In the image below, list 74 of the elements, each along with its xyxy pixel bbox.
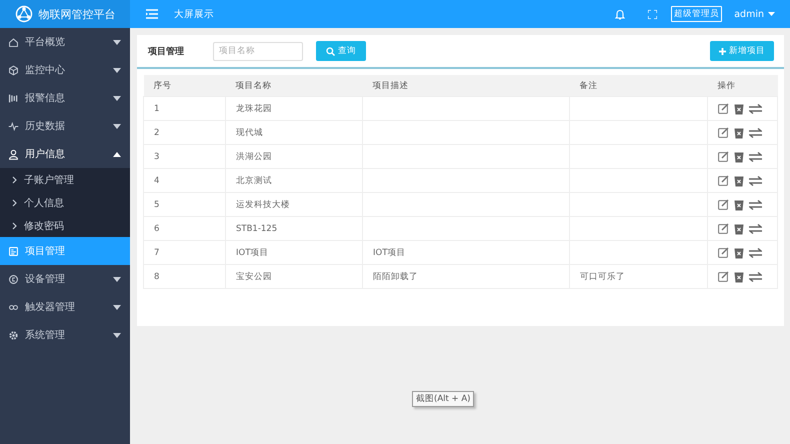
table-cell: IOT项目 [362,240,570,264]
chevron-icon [12,198,17,206]
trash-icon[interactable] [734,174,744,186]
table-cell: STB1-125 [226,216,362,240]
table-cell: 宝安公园 [226,264,362,288]
table-cell: 可口可乐了 [570,264,708,288]
swap-icon[interactable] [749,152,762,162]
swap-icon[interactable] [749,272,762,282]
edit-icon[interactable] [718,247,729,258]
table-cell: 6 [144,216,226,240]
submenu-item[interactable]: 子账户管理 [0,168,130,191]
bell-icon[interactable] [615,8,626,20]
column-header: 项目描述 [362,75,570,96]
table-cell: IOT项目 [226,240,362,264]
submenu-item[interactable]: 修改密码 [0,214,130,237]
trash-icon[interactable] [734,126,744,138]
bars-icon [8,92,19,104]
trash-icon[interactable] [734,198,744,210]
search-field[interactable]: 项目名称 [213,42,303,60]
brand-name: 物联网管控平台 [38,6,116,22]
table-cell: 2 [144,120,226,144]
table-cell: 7 [144,240,226,264]
swap-icon[interactable] [749,104,762,114]
column-header: 序号 [144,75,226,96]
plus-icon [719,48,726,54]
submenu-item[interactable]: 个人信息 [0,191,130,214]
swap-icon[interactable] [749,224,762,234]
trash-icon[interactable] [734,222,744,234]
edit-icon[interactable] [718,151,729,162]
pulse-icon [8,120,19,132]
cube-icon [8,64,19,76]
table-cell: 3 [144,144,226,168]
table-cell: 1 [144,96,226,120]
edit-icon[interactable] [718,223,729,234]
trash-icon[interactable] [734,246,744,258]
edit-icon[interactable] [718,175,729,186]
trash-icon[interactable] [734,150,744,162]
gear-icon [8,330,19,340]
trash-icon[interactable] [734,270,744,282]
swap-icon[interactable] [749,200,762,210]
table-cell: 洪湖公园 [226,144,362,168]
table-cell: 8 [144,264,226,288]
chevron-icon [12,222,17,230]
table-cell: 陌陌卸载了 [362,264,570,288]
table-cell: 北京测试 [226,168,362,192]
edit-icon[interactable] [718,271,729,282]
table-cell: 运发科技大楼 [226,192,362,216]
table-cell: 现代城 [226,120,362,144]
column-header: 操作 [708,75,778,96]
logo-icon [14,5,32,23]
circle-icon [8,274,19,284]
menu-icon[interactable] [146,9,158,19]
column-header: 项目名称 [226,75,362,96]
panel-title: 项目管理 [148,46,185,58]
document-icon [8,246,19,256]
search-icon [326,46,335,56]
edit-icon[interactable] [718,103,729,114]
user-icon [8,148,19,160]
caret-icon [768,12,775,16]
table-cell: 5 [144,192,226,216]
edit-icon[interactable] [718,199,729,210]
edit-icon[interactable] [718,127,729,138]
role-badge: 超级管理员 [671,6,722,22]
swap-icon[interactable] [749,176,762,186]
fullscreen-icon[interactable] [648,10,658,18]
table-cell: 4 [144,168,226,192]
table-cell: 龙珠花园 [226,96,362,120]
chevron-icon [12,176,17,184]
home-icon [8,36,19,48]
swap-icon[interactable] [749,248,762,258]
trash-icon[interactable] [734,102,744,114]
tooltip: 截图(Alt + A) [412,391,474,407]
column-header: 备注 [570,75,708,96]
swap-icon[interactable] [749,128,762,138]
